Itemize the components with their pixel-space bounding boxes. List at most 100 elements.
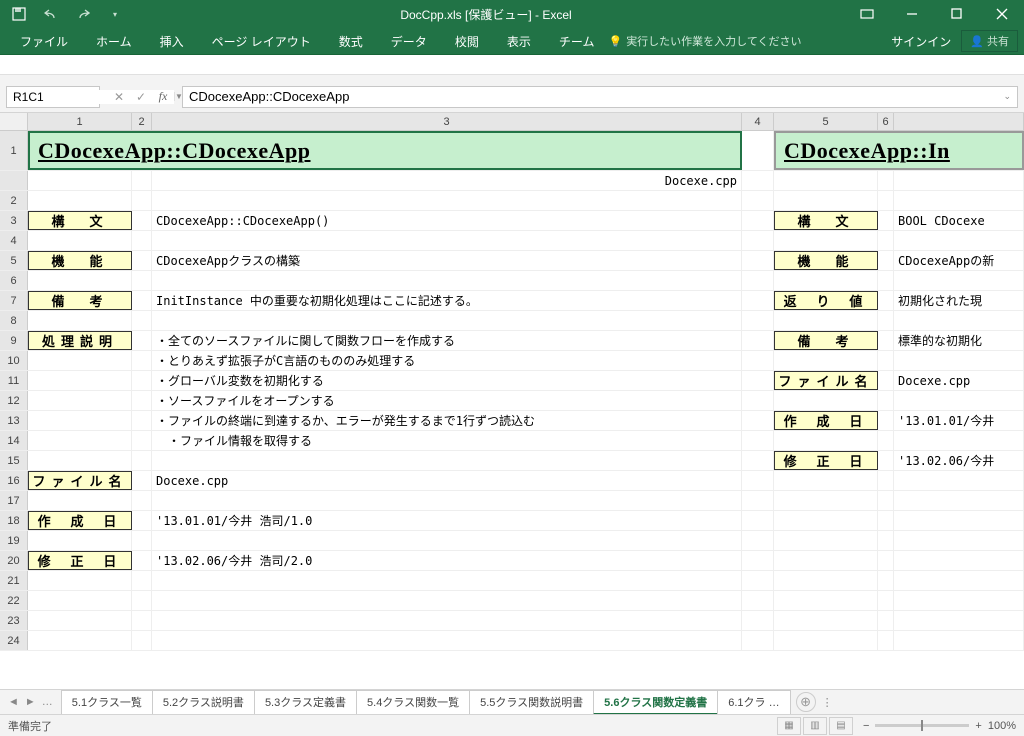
- cell[interactable]: ・全てのソースファイルに関して関数フローを作成する: [152, 331, 742, 350]
- row-header[interactable]: 6: [0, 271, 28, 290]
- col-header[interactable]: 4: [742, 113, 774, 130]
- cell[interactable]: [132, 211, 152, 230]
- cell[interactable]: Docexe.cpp: [894, 371, 1024, 390]
- cell[interactable]: [152, 591, 742, 610]
- cell[interactable]: [28, 351, 132, 370]
- cell[interactable]: [742, 411, 774, 430]
- cell[interactable]: [878, 571, 894, 590]
- cell[interactable]: [894, 611, 1024, 630]
- cancel-icon[interactable]: ✕: [110, 90, 128, 104]
- cell[interactable]: [28, 571, 132, 590]
- cell[interactable]: [132, 291, 152, 310]
- cell[interactable]: [132, 431, 152, 450]
- add-sheet-button[interactable]: ⊕: [796, 692, 816, 712]
- sheet-tab[interactable]: 5.2クラス説明書: [152, 690, 255, 715]
- cell[interactable]: [28, 171, 132, 190]
- cell[interactable]: [894, 571, 1024, 590]
- cell[interactable]: [878, 231, 894, 250]
- signin-link[interactable]: サインイン: [881, 33, 961, 50]
- cell[interactable]: [774, 531, 878, 550]
- cell[interactable]: [742, 231, 774, 250]
- cell[interactable]: [742, 391, 774, 410]
- cell[interactable]: [742, 351, 774, 370]
- cell[interactable]: [152, 611, 742, 630]
- cell[interactable]: [132, 251, 152, 270]
- cell[interactable]: [878, 611, 894, 630]
- cell[interactable]: [878, 271, 894, 290]
- cell[interactable]: [152, 271, 742, 290]
- field-label[interactable]: 作 成 日: [28, 511, 132, 530]
- cell[interactable]: [774, 471, 878, 490]
- row-header[interactable]: 9: [0, 331, 28, 350]
- cell[interactable]: [742, 191, 774, 210]
- cell[interactable]: [132, 371, 152, 390]
- undo-icon[interactable]: [38, 3, 64, 25]
- enter-icon[interactable]: ✓: [132, 90, 150, 104]
- sheet-tab[interactable]: 5.3クラス定義書: [254, 690, 357, 715]
- tab-formulas[interactable]: 数式: [325, 28, 377, 55]
- field-label[interactable]: 構 文: [28, 211, 132, 230]
- cell[interactable]: '13.01.01/今井 浩司/1.0: [152, 511, 742, 530]
- cell[interactable]: [132, 511, 152, 530]
- tab-insert[interactable]: 挿入: [146, 28, 198, 55]
- field-label[interactable]: ファイル名: [28, 471, 132, 490]
- cell[interactable]: ・ソースファイルをオープンする: [152, 391, 742, 410]
- field-label[interactable]: 備 考: [28, 291, 132, 310]
- row-header[interactable]: 4: [0, 231, 28, 250]
- save-icon[interactable]: [6, 3, 32, 25]
- cell[interactable]: 標準的な初期化: [894, 331, 1024, 350]
- cell[interactable]: [28, 591, 132, 610]
- maximize-icon[interactable]: [934, 0, 979, 28]
- cell[interactable]: [774, 191, 878, 210]
- sheet-tab[interactable]: 5.1クラス一覧: [61, 690, 153, 715]
- row-header[interactable]: 22: [0, 591, 28, 610]
- field-label[interactable]: 備 考: [774, 331, 878, 350]
- cell[interactable]: [132, 451, 152, 470]
- row-header[interactable]: 13: [0, 411, 28, 430]
- cell[interactable]: [28, 631, 132, 650]
- row-header[interactable]: 10: [0, 351, 28, 370]
- cell[interactable]: [878, 431, 894, 450]
- redo-icon[interactable]: [70, 3, 96, 25]
- col-header[interactable]: 6: [878, 113, 894, 130]
- view-normal-icon[interactable]: ▦: [777, 717, 801, 735]
- field-label[interactable]: 返 り 値: [774, 291, 878, 310]
- sheet-nav-next-icon[interactable]: ►: [25, 696, 36, 708]
- row-header[interactable]: 24: [0, 631, 28, 650]
- cell[interactable]: [878, 371, 894, 390]
- cell[interactable]: [774, 391, 878, 410]
- cell[interactable]: [774, 511, 878, 530]
- cell[interactable]: [774, 271, 878, 290]
- cell[interactable]: [742, 291, 774, 310]
- cell[interactable]: ・とりあえず拡張子がC言語のもののみ処理する: [152, 351, 742, 370]
- cell[interactable]: [28, 411, 132, 430]
- cell[interactable]: [878, 451, 894, 470]
- cell[interactable]: [878, 391, 894, 410]
- cell[interactable]: [878, 251, 894, 270]
- cell[interactable]: [878, 531, 894, 550]
- cell[interactable]: [152, 571, 742, 590]
- tab-review[interactable]: 校閲: [441, 28, 493, 55]
- cell[interactable]: [894, 311, 1024, 330]
- cell[interactable]: [878, 471, 894, 490]
- cell[interactable]: [742, 171, 774, 190]
- cell[interactable]: [742, 331, 774, 350]
- zoom-out-icon[interactable]: −: [863, 720, 869, 732]
- row-header[interactable]: 8: [0, 311, 28, 330]
- cell[interactable]: [894, 471, 1024, 490]
- sheet-tab[interactable]: 5.5クラス関数説明書: [469, 690, 594, 715]
- cell[interactable]: [132, 191, 152, 210]
- cell[interactable]: [742, 251, 774, 270]
- cell[interactable]: [774, 231, 878, 250]
- cell[interactable]: [774, 631, 878, 650]
- sheet-tab[interactable]: 5.6クラス関数定義書: [593, 690, 718, 715]
- cell[interactable]: [152, 451, 742, 470]
- cell[interactable]: [132, 631, 152, 650]
- cell[interactable]: [742, 451, 774, 470]
- cell[interactable]: [28, 491, 132, 510]
- tab-home[interactable]: ホーム: [82, 28, 146, 55]
- cell[interactable]: InitInstance 中の重要な初期化処理はここに記述する。: [152, 291, 742, 310]
- row-header[interactable]: 14: [0, 431, 28, 450]
- row-header[interactable]: 18: [0, 511, 28, 530]
- field-label[interactable]: 作 成 日: [774, 411, 878, 430]
